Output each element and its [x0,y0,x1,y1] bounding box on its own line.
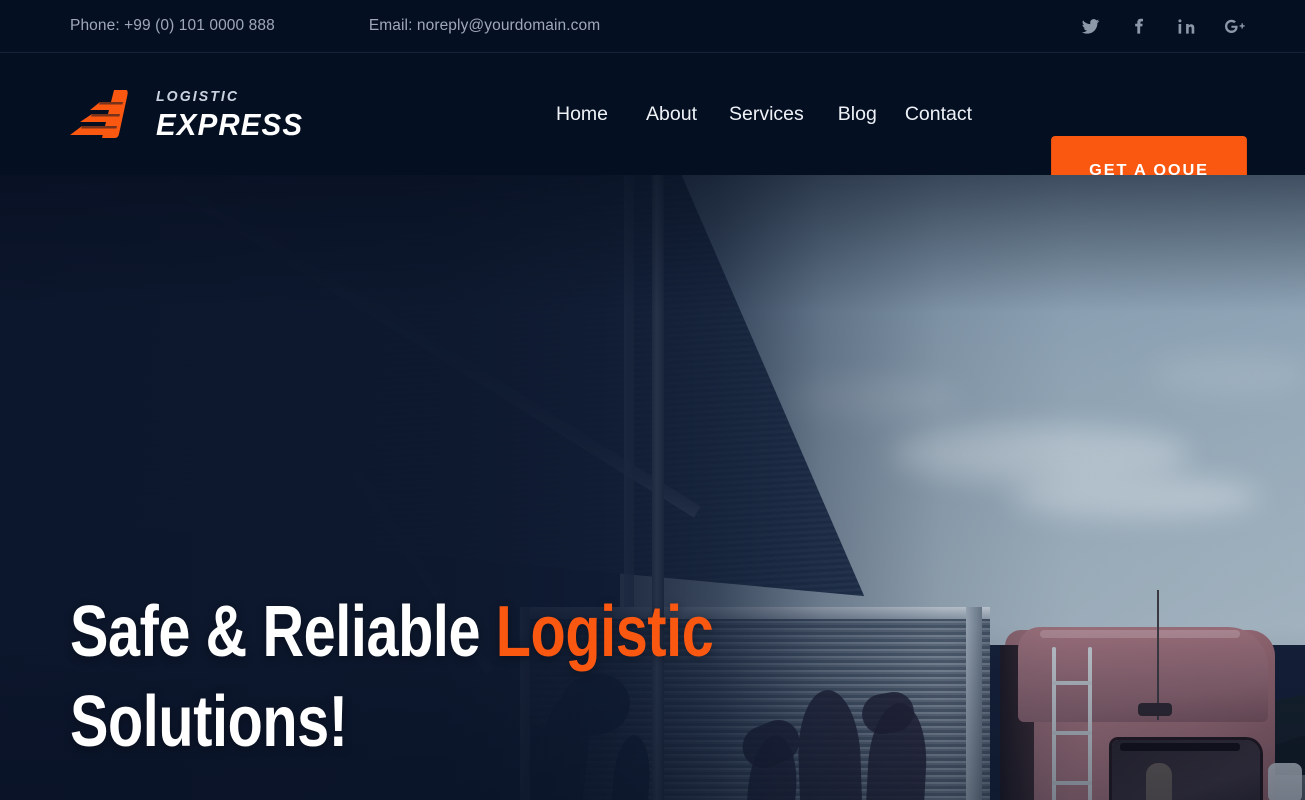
brand-line-logistic: LOGISTIC [156,87,240,105]
top-bar-contact-group: Phone: +99 (0) 101 0000 888 Email: norep… [0,17,600,35]
hero-content: Safe & Reliable Logistic Solutions! TRAC… [0,175,1305,800]
site-header: LOGISTIC EXPRESS Home About Services Blo… [0,53,1305,206]
facebook-icon[interactable] [1127,16,1149,38]
twitter-icon[interactable] [1079,16,1101,38]
nav-item-services[interactable]: Services [729,103,838,126]
hero-title-highlight: Logistic [495,592,714,672]
hero-title: Safe & Reliable Logistic Solutions! [70,587,714,767]
hero-section: Safe & Reliable Logistic Solutions! TRAC… [0,175,1305,800]
phone-text: Phone: +99 (0) 101 0000 888 [70,17,275,34]
hero-title-line2: Solutions! [70,682,348,762]
nav-item-contact[interactable]: Contact [905,103,972,126]
brand-line-express: EXPRESS [156,106,304,142]
brand-logo[interactable]: LOGISTIC EXPRESS [0,88,311,140]
nav-item-about[interactable]: About [646,103,729,126]
main-navigation: Home About Services Blog Contact [556,53,972,175]
social-links [1079,0,1245,53]
google-plus-icon[interactable] [1223,16,1245,38]
logo-speed-wing-icon [70,88,142,140]
top-bar: Phone: +99 (0) 101 0000 888 Email: norep… [0,0,1305,53]
brand-wordmark: LOGISTIC EXPRESS [156,89,311,140]
nav-item-home[interactable]: Home [556,103,646,126]
linkedin-icon[interactable] [1175,16,1197,38]
nav-item-blog[interactable]: Blog [838,103,905,126]
hero-title-line1-plain: Safe & Reliable [70,592,496,672]
email-text: Email: noreply@yourdomain.com [368,17,601,34]
